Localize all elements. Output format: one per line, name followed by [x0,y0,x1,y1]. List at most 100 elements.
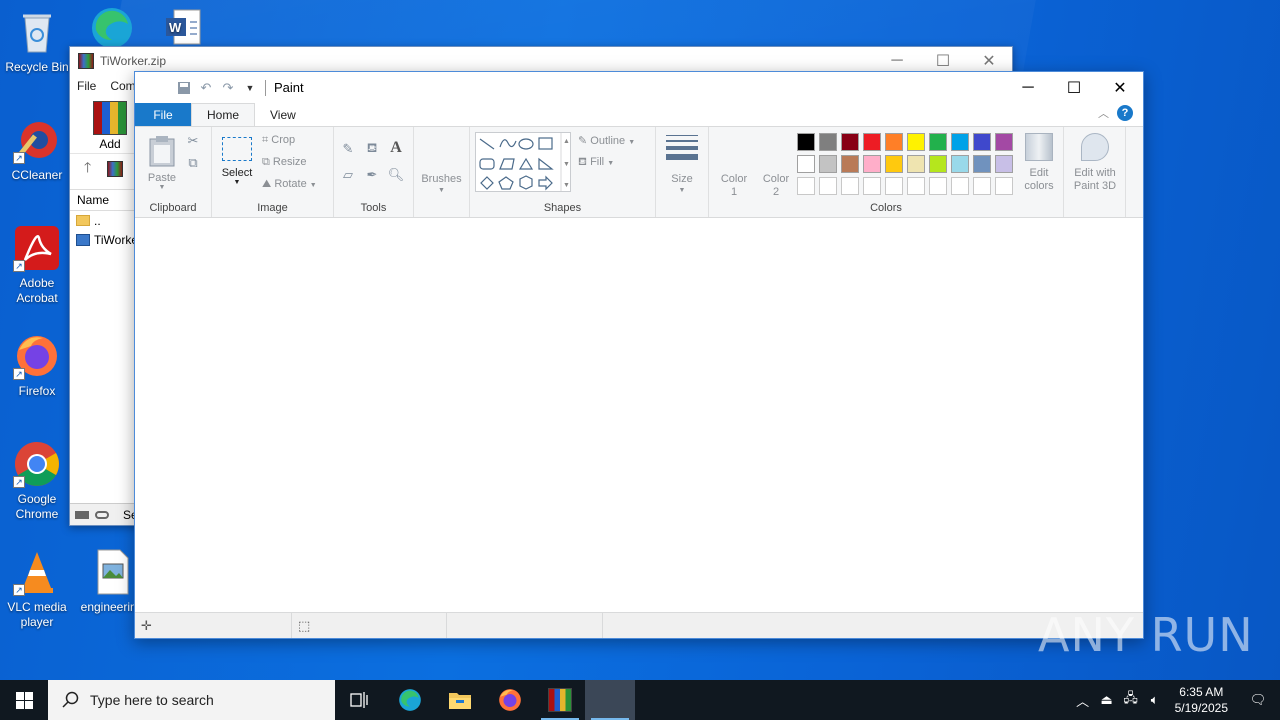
shapes-gallery[interactable]: ▲ ▼ ▼ [475,132,571,192]
color-swatch[interactable] [973,155,991,173]
color-swatch[interactable] [841,133,859,151]
paint-titlebar[interactable]: ↶ ↷ ▼ Paint ─ ☐ ✕ [135,72,1143,103]
color-swatch[interactable] [951,177,969,195]
usb-device-icon[interactable]: ⏏ [1095,692,1119,708]
volume-icon[interactable]: 🔈︎ [1143,692,1167,708]
cut-icon[interactable]: ✂ [185,133,201,149]
desktop-icon-google-chrome[interactable]: ↗ Google Chrome [1,440,73,522]
undo-icon[interactable]: ↶ [199,80,213,95]
recycle-bin-icon [13,8,61,56]
color-swatch[interactable] [863,133,881,151]
color-swatch[interactable] [995,155,1013,173]
rotate-button[interactable]: ⛰ Rotate ▼ [262,178,317,191]
group-size[interactable]: Size ▼ [656,127,709,217]
chevron-up-icon[interactable]: ︿ [1071,691,1095,710]
fill-bucket-icon[interactable]: ⛾ [364,140,380,157]
collapse-ribbon-icon[interactable]: ︿ [1098,105,1109,121]
redo-icon[interactable]: ↷ [221,80,235,95]
color-swatch[interactable] [841,177,859,195]
customize-qat-icon[interactable]: ▼ [243,81,257,95]
start-button[interactable] [0,680,48,720]
color-1-button[interactable]: Color 1 [717,173,751,199]
copy-icon[interactable]: ⧉ [185,155,201,171]
color-swatch[interactable] [863,155,881,173]
selection-icon: ⬚ [298,617,311,633]
tab-file[interactable]: File [135,103,191,126]
color-swatch[interactable] [797,133,815,151]
fill-button[interactable]: ⛾ Fill ▼ [578,156,614,170]
minimize-button[interactable]: ─ [1005,72,1051,103]
menu-file[interactable]: File [77,79,96,93]
notifications-icon[interactable]: 🗨︎ [1236,692,1280,708]
color-swatch[interactable] [907,177,925,195]
color-swatch[interactable] [907,155,925,173]
taskbar-file-explorer[interactable] [435,680,485,720]
resize-button[interactable]: ⧉ Resize [262,156,307,169]
color-swatch[interactable] [797,177,815,195]
crop-button[interactable]: ⌗ Crop [262,134,295,147]
chrome-icon: ↗ [13,440,61,488]
save-icon[interactable] [177,81,191,95]
paste-button[interactable]: Paste ▼ [147,135,177,191]
color-swatch[interactable] [885,155,903,173]
color-swatch[interactable] [973,133,991,151]
color-swatch[interactable] [951,133,969,151]
color-swatch[interactable] [819,133,837,151]
drawing-canvas[interactable] [135,218,1143,613]
tab-home[interactable]: Home [191,103,256,126]
color-swatch[interactable] [951,155,969,173]
color-swatch[interactable] [929,177,947,195]
color-swatch[interactable] [907,133,925,151]
color-swatch[interactable] [819,177,837,195]
taskbar-edge[interactable] [385,680,435,720]
taskbar-search-box[interactable]: Type here to search [48,680,335,720]
taskbar-winrar[interactable] [535,680,585,720]
select-button[interactable]: Select ▼ [220,137,254,186]
group-brushes[interactable]: Brushes ▼ [414,127,470,217]
edit-colors-icon [1025,133,1053,161]
chevron-down-icon: ▼ [233,179,241,186]
menu-commands[interactable]: Com [110,79,135,93]
color-swatch[interactable] [995,133,1013,151]
taskbar-firefox[interactable] [485,680,535,720]
add-button[interactable]: Add [90,97,130,151]
pencil-icon[interactable]: ✎ [340,141,356,157]
task-view-button[interactable] [335,680,385,720]
outline-button[interactable]: ✎ Outline ▼ [578,134,635,147]
desktop-icon-recycle-bin[interactable]: Recycle Bin [1,8,73,75]
clock[interactable]: 6:35 AM 5/19/2025 [1167,684,1236,716]
help-icon[interactable]: ? [1117,105,1133,121]
eraser-icon[interactable]: ▱ [340,167,356,183]
color-2-button[interactable]: Color 2 [759,173,793,199]
tab-view[interactable]: View [255,103,311,126]
desktop-icon-ccleaner[interactable]: ↗ CCleaner [1,116,73,183]
color-swatch[interactable] [885,133,903,151]
group-tools: ✎ ⛾ A ▱ ✒ 🔍︎ Tools [334,127,414,217]
color-swatch[interactable] [797,155,815,173]
size-icon [666,135,698,160]
edit-colors-button[interactable]: Edit colors [1019,133,1059,193]
color-swatch[interactable] [929,155,947,173]
maximize-button[interactable]: ☐ [1051,72,1097,103]
text-tool-icon[interactable]: A [388,139,404,156]
edit-with-paint3d-button[interactable]: Edit with Paint 3D [1066,133,1124,193]
color-swatch[interactable] [841,155,859,173]
paint-window[interactable]: ↶ ↷ ▼ Paint ─ ☐ ✕ File Home View ︿ ? Pas… [134,71,1144,639]
color-swatch[interactable] [929,133,947,151]
color-swatch[interactable] [995,177,1013,195]
color-picker-icon[interactable]: ✒ [364,167,380,183]
color-swatch[interactable] [973,177,991,195]
up-arrow-icon[interactable]: 🡑 [84,157,91,181]
desktop-icon-vlc[interactable]: ↗ VLC media player [1,548,73,630]
color-swatch[interactable] [863,177,881,195]
color-swatch[interactable] [885,177,903,195]
close-button[interactable]: ✕ [1097,72,1143,103]
taskbar-paint[interactable] [585,680,635,720]
chevron-down-icon: ▼ [309,182,317,189]
network-icon[interactable]: 🖧︎ [1119,689,1143,711]
magnifier-icon[interactable]: 🔍︎ [388,167,405,183]
svg-text:W: W [169,20,182,35]
desktop-icon-adobe-acrobat[interactable]: ↗ Adobe Acrobat [1,224,73,306]
desktop-icon-firefox[interactable]: ↗ Firefox [1,332,73,399]
color-swatch[interactable] [819,155,837,173]
